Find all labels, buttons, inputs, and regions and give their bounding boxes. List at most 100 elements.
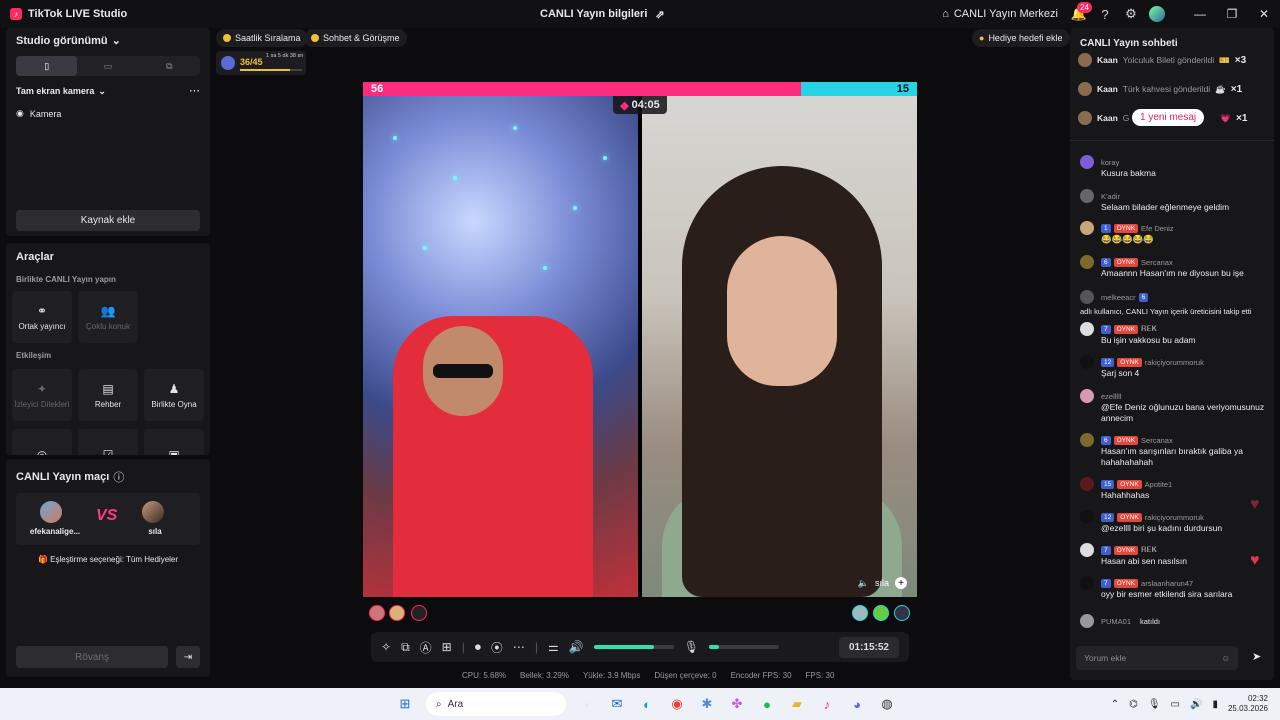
edge-icon[interactable]: ◐	[632, 688, 662, 720]
close-button[interactable]: ✕	[1248, 0, 1280, 28]
network-icon[interactable]: ⌬	[1129, 699, 1138, 710]
chevron-up-icon[interactable]: ⌃	[1111, 699, 1119, 710]
chat-username[interactable]: Efe Deniz	[1141, 224, 1174, 233]
app-icon[interactable]: ◍	[872, 688, 902, 720]
exit-match-button[interactable]: ⇥	[176, 646, 200, 668]
settings-button[interactable]: ⚙	[1118, 0, 1144, 28]
co-host-button[interactable]: ⚭ Ortak yayıncı	[12, 291, 72, 343]
replay-icon[interactable]: ⦿	[491, 639, 503, 656]
ai-icon[interactable]: Ⓐ	[420, 639, 432, 656]
chat-username[interactable]: rakiçiyorummoruk	[1145, 358, 1204, 367]
top-fan-avatar[interactable]	[411, 605, 427, 621]
magic-wand-icon[interactable]: ✧	[381, 640, 391, 654]
chrome-icon[interactable]: ◉	[662, 688, 692, 720]
follow-plus-icon[interactable]: +	[895, 577, 907, 589]
layout-option[interactable]: ⧉	[139, 56, 200, 76]
chat-username[interactable]: rakiçiyorummoruk	[1145, 513, 1204, 522]
chat-username[interactable]: arslaanharun47	[1141, 579, 1193, 588]
chat-username[interactable]: ezelllll	[1101, 392, 1121, 401]
emoji-icon[interactable]: ☺	[1221, 653, 1230, 663]
hourly-rank-pill[interactable]: Saatlik Sıralama	[216, 29, 308, 47]
top-fan-avatar[interactable]	[369, 605, 385, 621]
more-icon[interactable]: ⋯	[513, 640, 525, 654]
file-explorer-icon[interactable]: ▰	[782, 688, 812, 720]
portrait-option[interactable]: ▯	[16, 56, 78, 76]
chat-meet-pill[interactable]: Sohbet & Görüşme	[304, 29, 407, 47]
minimize-button[interactable]: —	[1184, 0, 1216, 28]
tool-tile[interactable]: ☑	[78, 429, 138, 455]
avatar[interactable]	[1080, 389, 1094, 403]
profile-avatar[interactable]	[1144, 0, 1170, 28]
send-icon[interactable]: ➤	[1252, 650, 1261, 663]
tool-tile[interactable]: ▣	[144, 429, 204, 455]
avatar[interactable]	[1080, 255, 1094, 269]
source-camera[interactable]: ◉ Kamera	[16, 108, 61, 119]
top-fan-avatar[interactable]	[894, 605, 910, 621]
viewer-wishes-button[interactable]: ✦ İzleyici Dilekleri	[12, 369, 72, 421]
clock[interactable]: 02:32 25.03.2026	[1228, 694, 1268, 714]
spotify-icon[interactable]: ●	[752, 688, 782, 720]
maximize-button[interactable]: ❐	[1216, 0, 1248, 28]
multi-guest-button[interactable]: 👥 Çoklu konuk	[78, 291, 138, 343]
chat-username[interactable]: Apotite1	[1145, 480, 1173, 489]
avatar[interactable]	[1080, 433, 1094, 447]
avatar[interactable]	[1080, 290, 1094, 304]
display-icon[interactable]: ▭	[1171, 699, 1180, 710]
avatar[interactable]	[1080, 189, 1094, 203]
app-icon[interactable]: ✱	[692, 688, 722, 720]
record-icon[interactable]: ⏺	[475, 640, 481, 655]
chat-username[interactable]: 𝐑𝐄𝐊	[1141, 545, 1157, 555]
windows-start-icon[interactable]: ⊞	[390, 688, 420, 720]
chat-username[interactable]: PUMA01	[1101, 617, 1131, 626]
volume-slider[interactable]	[593, 645, 674, 649]
scene-dropdown[interactable]: Tam ekran kamera ⌄	[16, 86, 106, 97]
new-message-button[interactable]: 1 yeni mesaj	[1132, 109, 1205, 126]
chat-username[interactable]: Sercanax	[1141, 258, 1173, 267]
taskbar-search[interactable]: ⌕ Ara	[426, 692, 566, 716]
avatar[interactable]	[1080, 576, 1094, 590]
chat-username[interactable]: koray	[1101, 158, 1119, 167]
gift-goal-button[interactable]: ● Hediye hedefi ekle	[972, 29, 1070, 47]
mic-icon[interactable]: 🎙	[684, 640, 699, 654]
avatar[interactable]	[1080, 543, 1094, 557]
live-center-button[interactable]: ⌂ CANLI Yayın Merkezi	[934, 8, 1066, 20]
copilot-icon[interactable]: ✤	[722, 688, 752, 720]
live-info-button[interactable]: CANLI Yayın bilgileri ⇗	[540, 0, 665, 28]
more-icon[interactable]: ⋯	[189, 84, 200, 97]
studio-view-dropdown[interactable]: Studio görünümü ⌄	[16, 34, 121, 48]
landscape-option[interactable]: ▭	[77, 56, 138, 76]
discord-icon[interactable]: ◕	[842, 688, 872, 720]
tiktok-icon[interactable]: ♪	[812, 688, 842, 720]
match-option[interactable]: 🎁 Eşleştirme seçeneği: Tüm Hediyeler	[6, 555, 210, 564]
comment-input[interactable]: Yorum ekle ☺	[1076, 646, 1238, 670]
guide-button[interactable]: ▤ Rehber	[78, 369, 138, 421]
top-fan-avatar[interactable]	[389, 605, 405, 621]
chat-username[interactable]: 𝐑𝐄𝐊	[1141, 324, 1157, 334]
speaker-icon[interactable]: 🔊	[569, 640, 584, 654]
tool-tile[interactable]: ◎	[12, 429, 72, 455]
chat-username[interactable]: Sercanax	[1141, 436, 1173, 445]
avatar[interactable]	[1080, 510, 1094, 524]
task-view-icon[interactable]: ▪	[572, 688, 602, 720]
avatar[interactable]	[1080, 477, 1094, 491]
top-fan-avatar[interactable]	[873, 605, 889, 621]
mic-icon[interactable]: 🎙	[1148, 699, 1161, 710]
rematch-button[interactable]: Rövanş	[16, 646, 168, 668]
mixer-icon[interactable]: ⚌	[548, 640, 559, 654]
outlook-icon[interactable]: ✉	[602, 688, 632, 720]
speaker-icon[interactable]: 🔈	[858, 578, 869, 589]
mic-slider[interactable]	[708, 645, 779, 649]
avatar[interactable]	[1080, 322, 1094, 336]
avatar[interactable]	[1080, 355, 1094, 369]
avatar[interactable]	[1080, 614, 1094, 628]
top-fan-avatar[interactable]	[852, 605, 868, 621]
battery-icon[interactable]: ▮	[1212, 699, 1218, 710]
volume-icon[interactable]: 🔊	[1190, 699, 1202, 710]
goal-progress[interactable]: 36/45 1 sa 5 dk 38 sn	[216, 51, 306, 75]
notifications-button[interactable]: 🔔 24	[1066, 0, 1092, 28]
effects-icon[interactable]: ⧉	[401, 640, 410, 655]
play-together-button[interactable]: ♟ Birlikte Oyna	[144, 369, 204, 421]
help-button[interactable]: ?	[1092, 0, 1118, 28]
avatar[interactable]	[1080, 155, 1094, 169]
overlay-icon[interactable]: ⊞	[442, 640, 452, 654]
